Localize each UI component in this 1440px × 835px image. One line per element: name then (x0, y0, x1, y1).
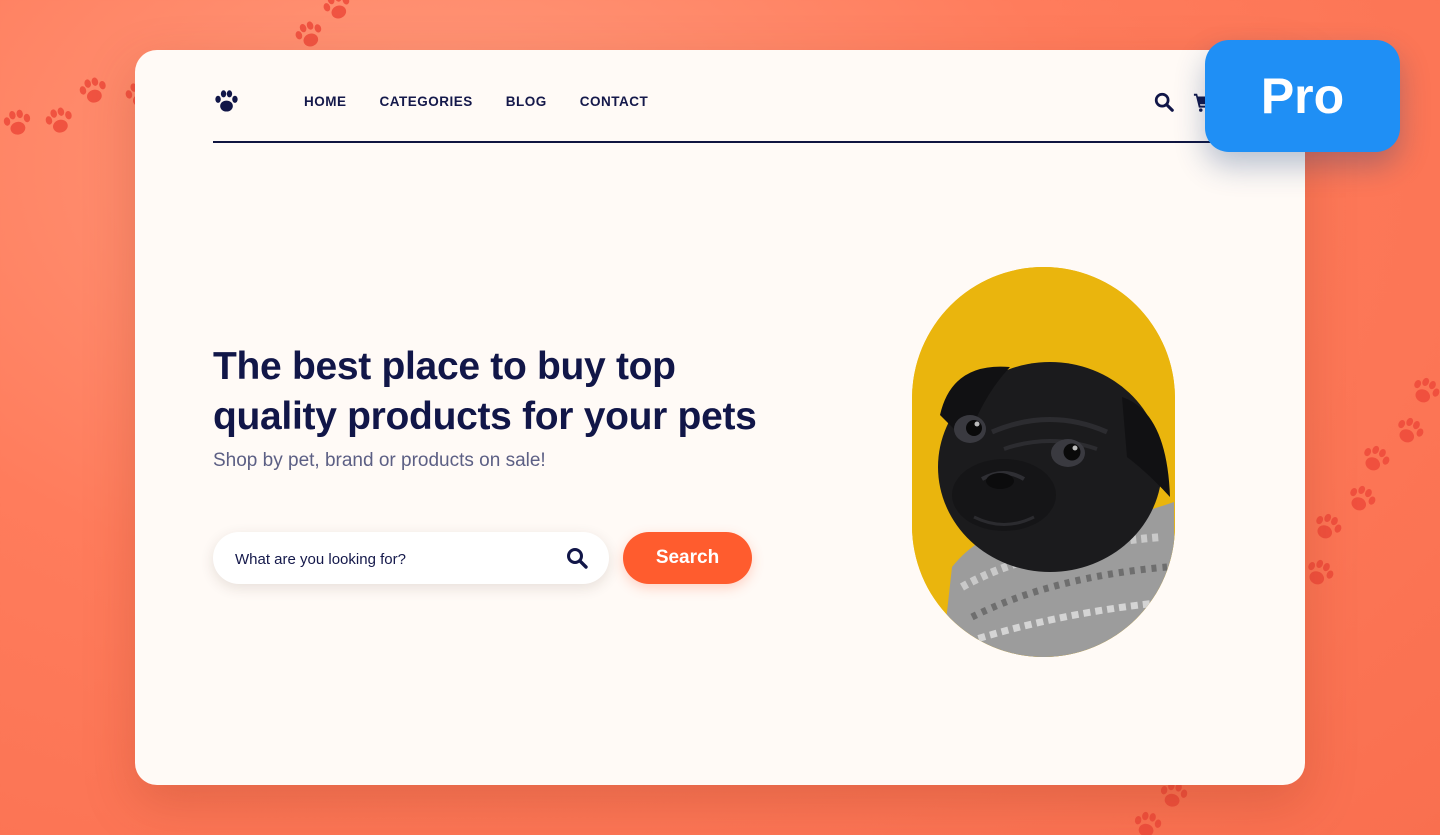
paw-print-icon (1127, 805, 1166, 835)
search-input[interactable] (233, 532, 557, 586)
search-row: Search (213, 532, 752, 586)
search-icon[interactable] (1153, 91, 1175, 113)
pro-badge-label: Pro (1260, 68, 1345, 124)
paw-print-icon (1352, 436, 1397, 481)
pug-photo (912, 267, 1175, 657)
website-preview-card: HOME CATEGORIES BLOG CONTACT The best pl… (135, 50, 1305, 785)
paw-print-icon (1402, 368, 1440, 413)
paw-print-icon (0, 103, 37, 142)
nav-links: HOME CATEGORIES BLOG CONTACT (304, 94, 648, 109)
search-box (213, 532, 609, 586)
paw-print-icon (1304, 504, 1349, 549)
hero-title: The best place to buy top quality produc… (213, 342, 833, 442)
paw-print-icon (1338, 476, 1383, 521)
paw-print-icon (38, 100, 80, 142)
nav-link-blog[interactable]: BLOG (506, 94, 547, 109)
search-icon[interactable] (565, 546, 589, 570)
nav-link-home[interactable]: HOME (304, 94, 347, 109)
hero-title-line-1: The best place to buy top (213, 345, 676, 388)
nav-link-categories[interactable]: CATEGORIES (380, 94, 473, 109)
hero-section: The best place to buy top quality produc… (213, 342, 833, 472)
paw-logo-icon[interactable] (213, 87, 240, 115)
nav-link-contact[interactable]: CONTACT (580, 94, 649, 109)
pro-badge: Pro (1205, 40, 1400, 152)
paw-print-icon (1386, 408, 1431, 453)
top-navbar: HOME CATEGORIES BLOG CONTACT (213, 50, 1225, 143)
hero-subtitle: Shop by pet, brand or products on sale! (213, 450, 546, 471)
search-button[interactable]: Search (623, 532, 752, 584)
paw-print-icon (72, 70, 114, 112)
hero-title-line-2: quality products for your pets (213, 395, 757, 438)
